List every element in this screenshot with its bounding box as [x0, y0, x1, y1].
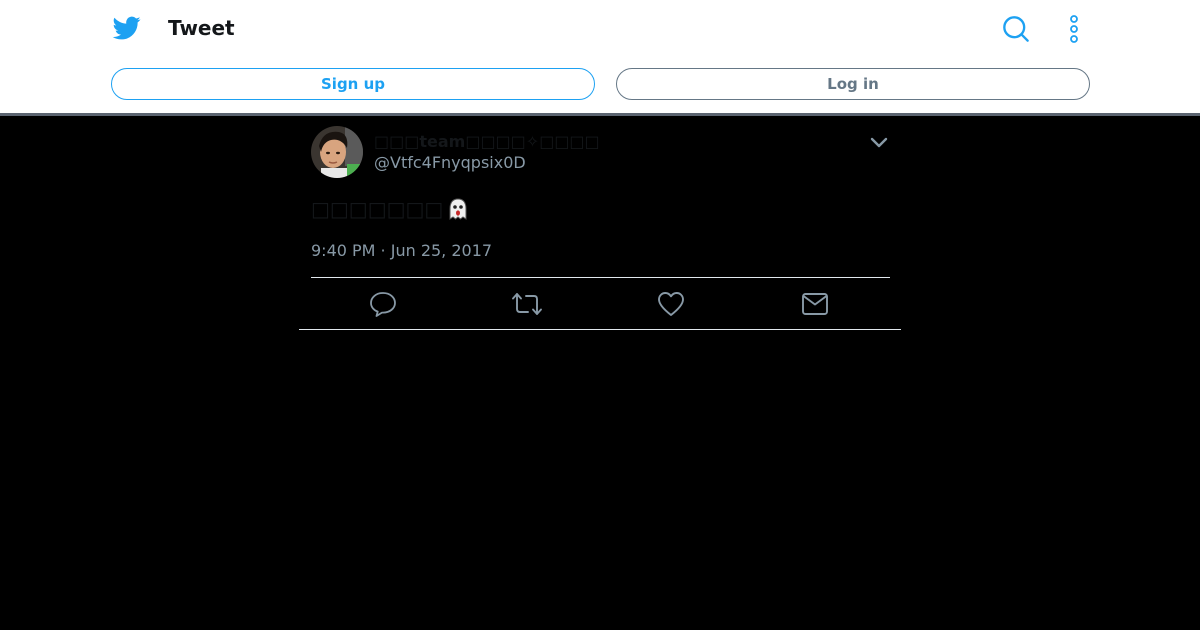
- page-title: Tweet: [168, 16, 235, 40]
- log-in-button[interactable]: Log in: [616, 68, 1090, 100]
- sign-up-button[interactable]: Sign up: [111, 68, 595, 100]
- display-name[interactable]: □□□team□□□□✧□□□□: [374, 132, 600, 151]
- search-icon: [1003, 16, 1029, 42]
- retweet-icon: [512, 293, 542, 315]
- search-button[interactable]: [1000, 13, 1032, 45]
- top-bar: Tweet Sign up Log in: [0, 0, 1200, 113]
- tweet: □□□team□□□□✧□□□□ @Vtfc4Fnyqpsix0D □□□□□□…: [299, 116, 901, 330]
- avatar[interactable]: [311, 126, 363, 178]
- tweet-text-content: □□□□□□□: [311, 197, 444, 221]
- tweet-timestamp[interactable]: 9:40 PM · Jun 25, 2017: [311, 241, 492, 260]
- tweet-text: □□□□□□□: [311, 196, 471, 222]
- more-button[interactable]: [1058, 13, 1090, 45]
- message-button[interactable]: [797, 286, 833, 322]
- like-icon: [658, 292, 684, 316]
- user-handle[interactable]: @Vtfc4Fnyqpsix0D: [374, 153, 526, 172]
- tweet-options-button[interactable]: [867, 132, 891, 152]
- chevron-down-icon: [870, 137, 888, 147]
- reply-icon: [370, 292, 396, 317]
- divider: [299, 329, 901, 330]
- retweet-button[interactable]: [509, 286, 545, 322]
- more-vertical-icon: [1070, 15, 1078, 43]
- twitter-bird-icon[interactable]: [112, 14, 142, 42]
- divider: [311, 277, 890, 278]
- reply-button[interactable]: [365, 286, 401, 322]
- tweet-actions: [311, 286, 890, 322]
- like-button[interactable]: [653, 286, 689, 322]
- message-icon: [802, 293, 828, 315]
- ghost-emoji: [445, 196, 471, 222]
